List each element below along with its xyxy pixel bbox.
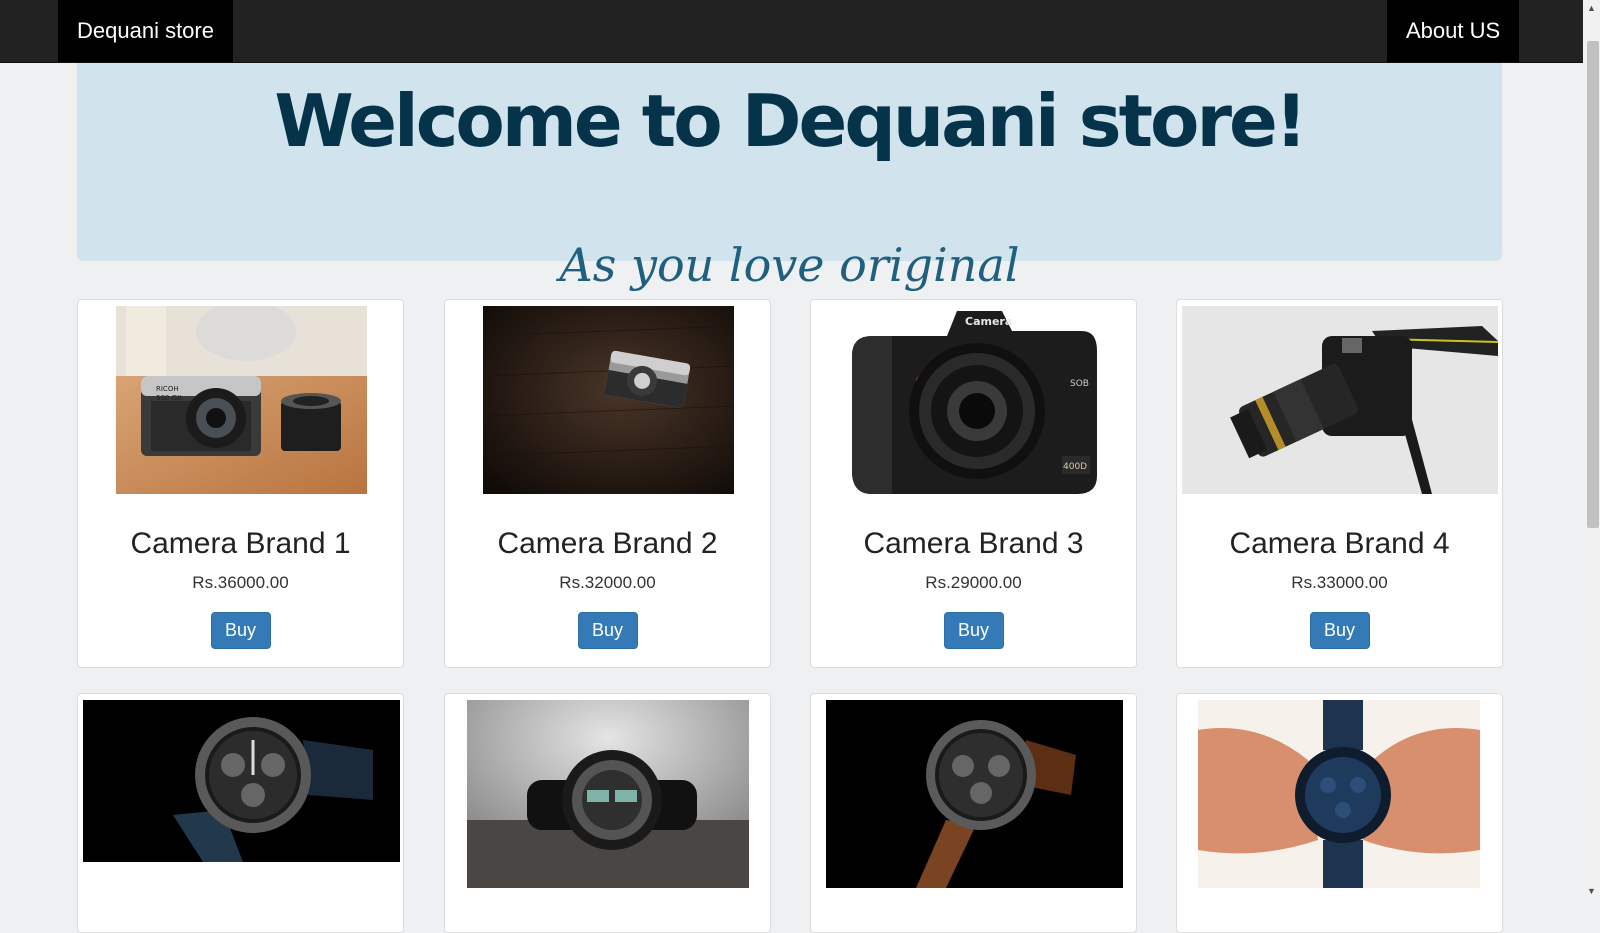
product-price: Rs.32000.00 (559, 573, 656, 592)
buy-button[interactable]: Buy (210, 612, 271, 649)
model-text: 500 GX (156, 394, 182, 402)
product-image-black-dslr: Camera SOB 400D (852, 306, 1098, 494)
page-scrollbar[interactable]: ▲ ▼ (1583, 0, 1600, 900)
product-image-retro-camera: RICOH 500 GX (116, 306, 367, 494)
product-price: Rs.36000.00 (192, 573, 289, 592)
product-card (77, 693, 404, 933)
scroll-down-arrow-icon[interactable]: ▼ (1583, 883, 1600, 900)
ricoh-text: RICOH (156, 385, 179, 393)
product-card (444, 693, 771, 933)
sob-text: SOB (1070, 379, 1089, 389)
scrollbar-thumb[interactable] (1587, 41, 1599, 528)
product-image-sport-watch-sand (467, 700, 749, 888)
product-image-watch-blue-strap (83, 700, 400, 862)
tagline: As you love original (559, 238, 1020, 292)
product-name: Camera Brand 4 (1229, 527, 1450, 560)
buy-button[interactable]: Buy (1309, 612, 1370, 649)
buy-button[interactable]: Buy (943, 612, 1004, 649)
product-card (1176, 693, 1503, 933)
product-name: Camera Brand 2 (497, 527, 718, 560)
product-name: Camera Brand 1 (130, 527, 351, 560)
product-image-watch-in-hands (1198, 700, 1480, 888)
product-name: Camera Brand 3 (863, 527, 1084, 560)
navbar: Dequani store About US (0, 0, 1583, 63)
product-card: Camera SOB 400D Camera Brand 3 Rs.29000.… (810, 299, 1137, 668)
product-card: Camera Brand 2 Rs.32000.00 Buy (444, 299, 771, 668)
badge-400d: 400D (1063, 462, 1087, 472)
product-card (810, 693, 1137, 933)
product-image-dslr-strap (1182, 306, 1498, 494)
camera-brand-text: Camera (965, 315, 1012, 328)
about-us-link[interactable]: About US (1387, 0, 1520, 62)
scroll-up-arrow-icon[interactable]: ▲ (1583, 0, 1600, 17)
product-card: RICOH 500 GX Camera Brand 1 Rs.36000.00 … (77, 299, 404, 668)
product-image-watch-brown-strap (826, 700, 1123, 888)
product-card: Camera Brand 4 Rs.33000.00 Buy (1176, 299, 1503, 668)
product-price: Rs.29000.00 (925, 573, 1022, 592)
product-image-camera-dark-wood (483, 306, 734, 494)
product-price: Rs.33000.00 (1291, 573, 1388, 592)
brand-link[interactable]: Dequani store (58, 0, 233, 62)
buy-button[interactable]: Buy (577, 612, 638, 649)
jumbotron: Welcome to Dequani store! As you love or… (77, 63, 1502, 292)
welcome-heading: Welcome to Dequani store! (274, 79, 1307, 163)
